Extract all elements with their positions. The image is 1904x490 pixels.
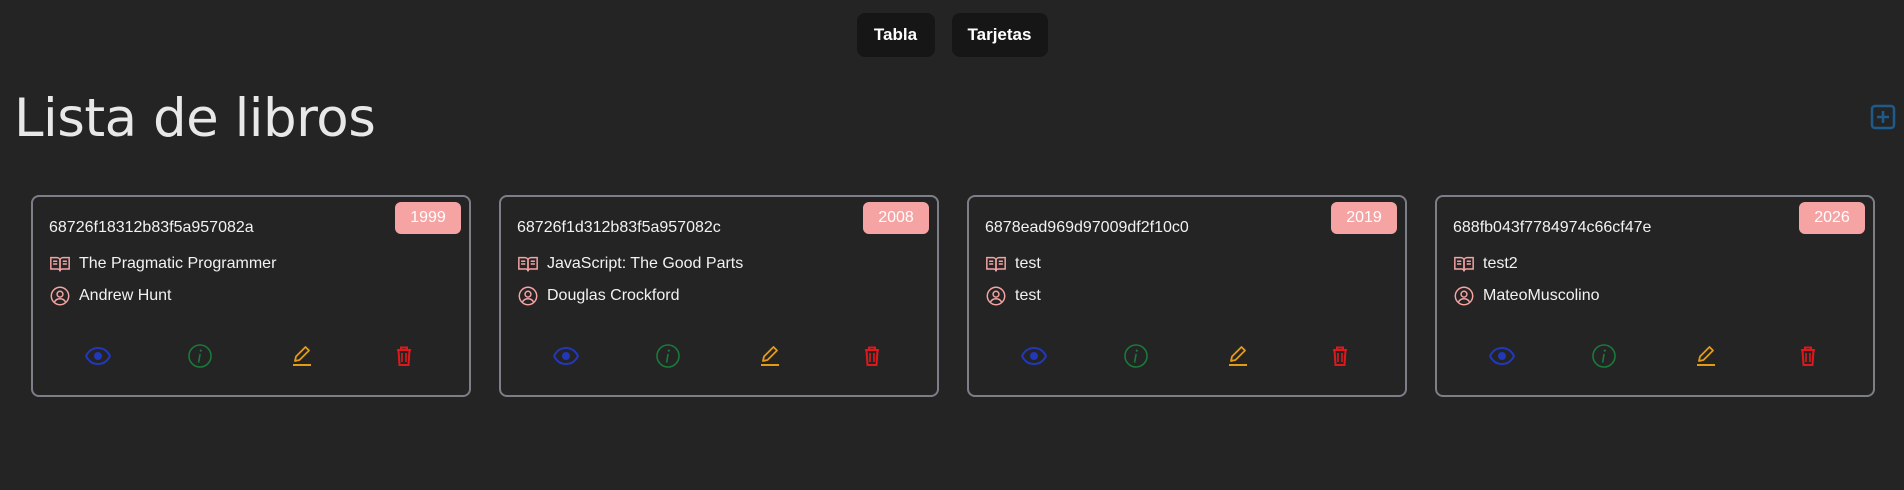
info-button[interactable] [654, 342, 682, 370]
user-circle-icon [986, 286, 1006, 306]
delete-button[interactable] [1794, 342, 1822, 370]
info-icon [1124, 344, 1148, 368]
page-title: Lista de libros [14, 88, 376, 149]
book-author-row: test [985, 285, 1041, 307]
card-actions [969, 342, 1405, 370]
card-actions [33, 342, 469, 370]
book-title-row: test [985, 253, 1041, 275]
book-author: test [1015, 287, 1041, 304]
pencil-icon [1229, 346, 1247, 366]
info-icon [188, 344, 212, 368]
trash-icon [1333, 346, 1347, 366]
year-badge: 2019 [1331, 202, 1397, 234]
pencil-icon [1697, 346, 1715, 366]
book-open-icon [518, 256, 538, 272]
year-badge: 2026 [1799, 202, 1865, 234]
info-button[interactable] [1590, 342, 1618, 370]
book-id: 6878ead969d97009df2f10c0 [985, 219, 1189, 236]
trash-icon [865, 346, 879, 366]
book-title: JavaScript: The Good Parts [547, 255, 744, 272]
pencil-icon [293, 346, 311, 366]
book-id: 688fb043f7784974c66cf47e [1453, 219, 1652, 236]
book-open-icon [1454, 256, 1474, 272]
book-author: Andrew Hunt [79, 287, 172, 304]
pencil-icon [761, 346, 779, 366]
book-author-row: Andrew Hunt [49, 285, 172, 307]
book-card: 2008 68726f1d312b83f5a957082c JavaScript… [499, 195, 939, 397]
book-open-icon [986, 256, 1006, 272]
book-id: 68726f18312b83f5a957082a [49, 219, 254, 236]
card-actions [1437, 342, 1873, 370]
delete-button[interactable] [858, 342, 886, 370]
cards-view-button[interactable]: Tarjetas [951, 13, 1048, 57]
view-button[interactable] [552, 342, 580, 370]
user-circle-icon [1454, 286, 1474, 306]
view-button[interactable] [1488, 342, 1516, 370]
book-title: test [1015, 255, 1041, 272]
book-card: 2019 6878ead969d97009df2f10c0 test test [967, 195, 1407, 397]
eye-icon [1020, 346, 1048, 366]
info-icon [656, 344, 680, 368]
info-icon [1592, 344, 1616, 368]
book-title: The Pragmatic Programmer [79, 255, 277, 272]
view-switch: Tabla Tarjetas [0, 13, 1904, 57]
card-actions [501, 342, 937, 370]
book-author: MateoMuscolino [1483, 287, 1600, 304]
book-cards: 1999 68726f18312b83f5a957082a The Pragma… [31, 195, 1875, 397]
delete-button[interactable] [390, 342, 418, 370]
book-title-row: The Pragmatic Programmer [49, 253, 276, 275]
add-book-button[interactable] [1870, 104, 1896, 130]
user-circle-icon [50, 286, 70, 306]
year-badge: 1999 [395, 202, 461, 234]
view-button[interactable] [84, 342, 112, 370]
book-author: Douglas Crockford [547, 287, 680, 304]
eye-icon [1488, 346, 1516, 366]
book-title: test2 [1483, 255, 1518, 272]
book-id: 68726f1d312b83f5a957082c [517, 219, 721, 236]
book-card: 2026 688fb043f7784974c66cf47e test2 Mate… [1435, 195, 1875, 397]
book-open-icon [50, 256, 70, 272]
year-badge: 2008 [863, 202, 929, 234]
view-button[interactable] [1020, 342, 1048, 370]
delete-button[interactable] [1326, 342, 1354, 370]
info-button[interactable] [1122, 342, 1150, 370]
eye-icon [552, 346, 580, 366]
info-button[interactable] [186, 342, 214, 370]
trash-icon [397, 346, 411, 366]
plus-square-icon [1870, 104, 1896, 130]
table-view-button[interactable]: Tabla [856, 13, 935, 57]
eye-icon [84, 346, 112, 366]
edit-button[interactable] [756, 342, 784, 370]
edit-button[interactable] [1692, 342, 1720, 370]
edit-button[interactable] [1224, 342, 1252, 370]
book-author-row: Douglas Crockford [517, 285, 680, 307]
trash-icon [1801, 346, 1815, 366]
edit-button[interactable] [288, 342, 316, 370]
user-circle-icon [518, 286, 538, 306]
book-author-row: MateoMuscolino [1453, 285, 1600, 307]
book-title-row: JavaScript: The Good Parts [517, 253, 743, 275]
book-title-row: test2 [1453, 253, 1518, 275]
book-card: 1999 68726f18312b83f5a957082a The Pragma… [31, 195, 471, 397]
